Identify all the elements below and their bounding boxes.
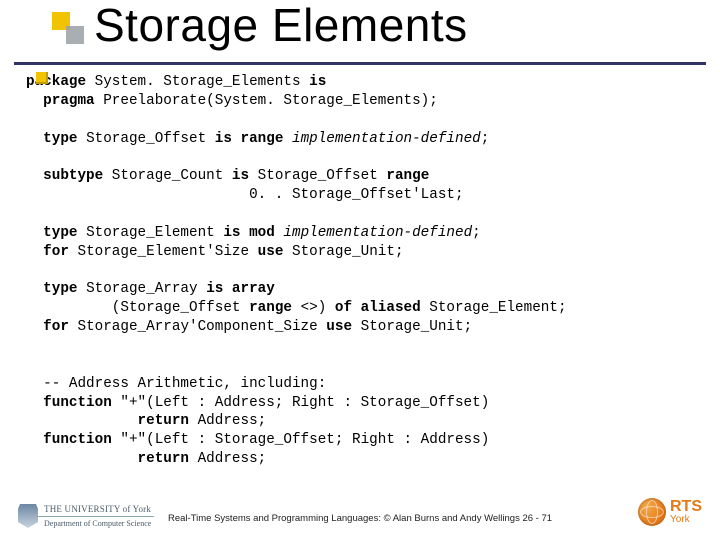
title-bar: Storage Elements xyxy=(14,0,706,65)
code-block: package System. Storage_Elements is prag… xyxy=(0,65,720,469)
bullet-icon xyxy=(36,72,48,84)
rts-logo: RTS York xyxy=(638,498,702,526)
globe-icon xyxy=(638,498,666,526)
footer: THE UNIVERSITY of York Department of Com… xyxy=(0,486,720,534)
rts-logo-text-big: RTS xyxy=(670,499,702,515)
university-name: THE UNIVERSITY of York xyxy=(18,504,154,517)
rts-logo-text-small: York xyxy=(670,515,702,525)
slide-credit: Real-Time Systems and Programming Langua… xyxy=(168,513,610,524)
slide-title: Storage Elements xyxy=(94,0,468,52)
university-logo: THE UNIVERSITY of York Department of Com… xyxy=(18,504,154,528)
department-name: Department of Computer Science xyxy=(18,517,154,528)
decor-square-gray xyxy=(66,26,84,44)
